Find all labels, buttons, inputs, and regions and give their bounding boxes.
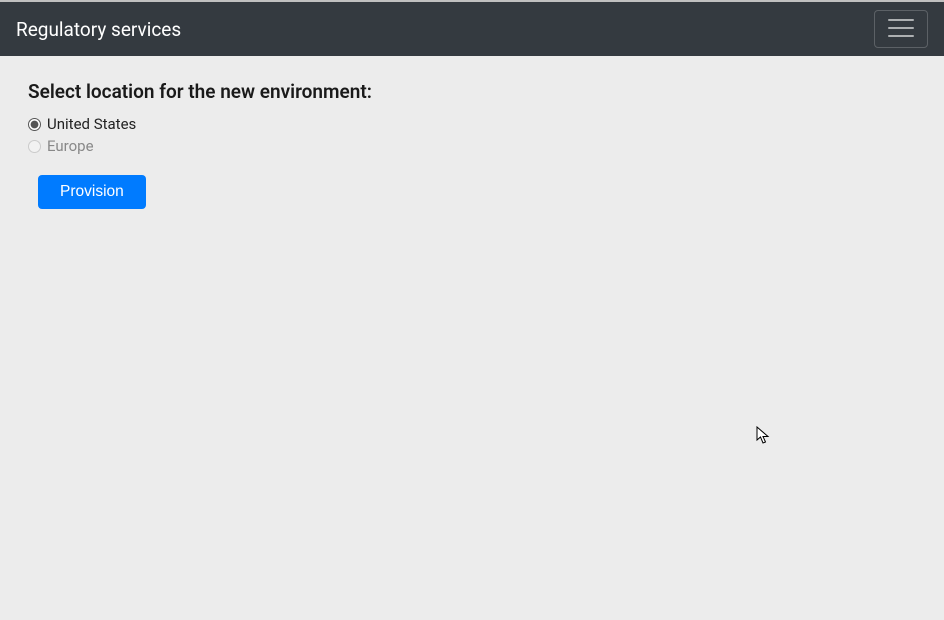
radio-label: United States: [47, 115, 136, 133]
radio-input-europe[interactable]: [28, 140, 41, 153]
navbar-brand: Regulatory services: [16, 18, 181, 41]
location-radio-group: United States Europe: [28, 113, 916, 157]
provision-button[interactable]: Provision: [38, 175, 146, 209]
radio-option-europe[interactable]: Europe: [28, 135, 916, 157]
navbar-toggle-button[interactable]: [874, 10, 928, 48]
radio-option-united-states[interactable]: United States: [28, 113, 916, 135]
main-content: Select location for the new environment:…: [0, 56, 944, 233]
navbar: Regulatory services: [0, 2, 944, 56]
mouse-cursor-icon: [756, 426, 772, 450]
hamburger-icon: [887, 17, 915, 42]
form-heading: Select location for the new environment:: [28, 80, 916, 103]
radio-input-united-states[interactable]: [28, 118, 41, 131]
radio-label: Europe: [47, 137, 94, 155]
